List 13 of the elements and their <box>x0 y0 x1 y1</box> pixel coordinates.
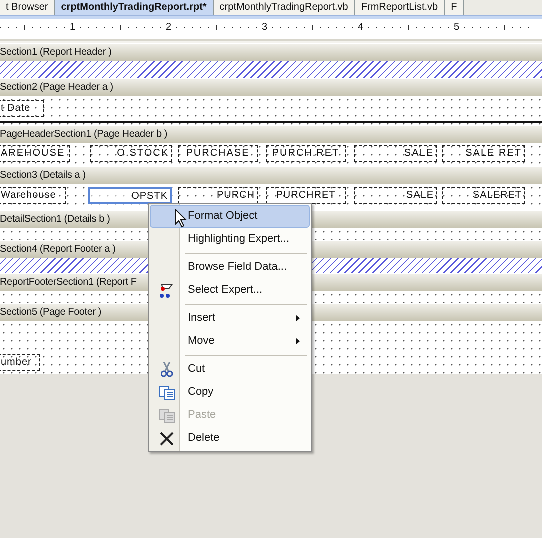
ruler-number: 3 <box>262 22 268 34</box>
section-title: Section5 (Page Footer ) <box>0 307 102 318</box>
section-title: Section2 (Page Header a ) <box>0 82 114 93</box>
ruler-number: 4 <box>358 22 364 34</box>
section-title: Section1 (Report Header ) <box>0 47 112 58</box>
section-title: Section4 (Report Footer a ) <box>0 244 116 255</box>
ruler-number: 5 <box>454 22 460 34</box>
section-title: DetailSection1 (Details b ) <box>0 214 110 225</box>
section-title: Section3 (Details a ) <box>0 170 86 181</box>
section-title: PageHeaderSection1 (Page Header b ) <box>0 129 168 140</box>
ruler-number: 1 <box>70 22 76 34</box>
ruler-number: 2 <box>166 22 172 34</box>
section-title: ReportFooterSection1 (Report F <box>0 277 137 288</box>
